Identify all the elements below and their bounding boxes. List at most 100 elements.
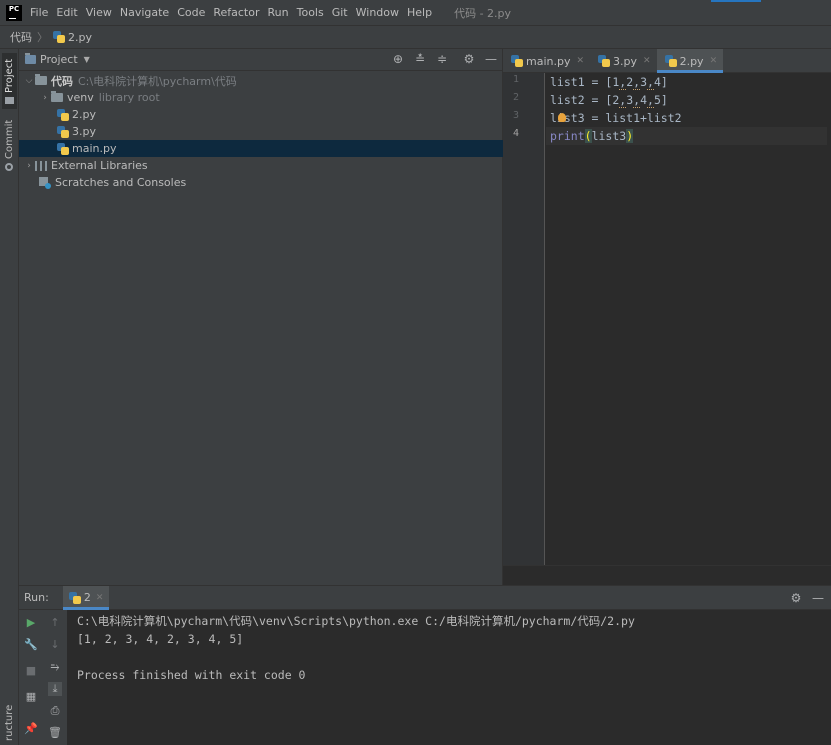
tool-tab-commit[interactable]: Commit (2, 119, 17, 171)
menu-refactor[interactable]: Refactor (213, 6, 259, 19)
run-panel-header: Run: 2 ✕ ⚙ — (19, 585, 831, 610)
code-number: 4 (653, 75, 661, 89)
menu-run[interactable]: Run (268, 6, 289, 19)
project-view-icon (25, 53, 36, 64)
tool-tab-commit-label: Commit (4, 119, 15, 159)
layout-icon[interactable]: ▦ (24, 690, 38, 704)
line-number: 2 (512, 92, 519, 103)
run-tab-2[interactable]: 2 ✕ (62, 585, 110, 610)
python-file-icon (664, 55, 677, 67)
python-file-icon (598, 55, 611, 67)
menu-navigate[interactable]: Navigate (120, 6, 169, 19)
menu-tools[interactable]: Tools (297, 6, 324, 19)
external-libraries-label: External Libraries (51, 159, 148, 172)
chevron-down-icon[interactable]: ▼ (84, 55, 90, 64)
chevron-right-icon[interactable]: › (23, 161, 35, 171)
tree-file-label: 3.py (72, 125, 96, 138)
tree-file-label: 2.py (72, 108, 96, 121)
library-icon (35, 160, 47, 171)
root-folder-name: 代码 (51, 74, 73, 88)
gear-icon[interactable]: ⚙ (462, 52, 476, 66)
breadcrumb-separator-icon: 〉 (37, 31, 48, 44)
chevron-right-icon[interactable]: › (39, 93, 51, 103)
menu-edit[interactable]: Edit (56, 6, 77, 19)
console-output[interactable]: C:\电科院计算机\pycharm\代码\venv\Scripts\python… (77, 612, 817, 684)
menu-file[interactable]: File (30, 6, 48, 19)
folder-icon (51, 91, 63, 102)
root-folder-path: C:\电科院计算机\pycharm\代码 (78, 74, 237, 88)
tab-3-py[interactable]: 3.py ✕ (590, 49, 657, 73)
python-file-icon (68, 591, 81, 604)
collapse-all-icon[interactable]: ≑ (435, 52, 449, 66)
rerun-icon[interactable]: ▶ (24, 616, 38, 630)
python-file-icon (53, 31, 65, 43)
code-text: ] (660, 75, 668, 89)
code-bracket: ) (626, 129, 634, 143)
arrow-down-icon[interactable]: ↓ (48, 638, 62, 652)
menu-window[interactable]: Window (356, 6, 399, 19)
tree-file-mainpy[interactable]: main.py (19, 140, 503, 157)
menu-help[interactable]: Help (407, 6, 432, 19)
tool-tab-structure-label: ructure (4, 704, 15, 742)
pin-icon[interactable]: 📌 (24, 722, 38, 736)
line-number: 4 (512, 128, 519, 139)
project-panel: Project ▼ ⊕ ≛ ≑ ⚙ — ⌵ 代码 C:\电科院计算机\pycha… (19, 49, 503, 585)
tree-file-3py[interactable]: 3.py (19, 123, 503, 140)
editor-tabs: main.py ✕ 3.py ✕ 2.py ✕ (503, 49, 831, 73)
breadcrumb-file[interactable]: 2.py (68, 31, 92, 44)
scroll-to-end-icon[interactable]: ⤓ (48, 682, 62, 696)
minimize-icon[interactable]: — (484, 52, 498, 66)
stop-icon[interactable]: ■ (24, 664, 38, 678)
tree-scratches[interactable]: Scratches and Consoles (19, 174, 503, 191)
code-builtin: print (550, 129, 585, 143)
close-icon[interactable]: ✕ (643, 56, 651, 66)
minimize-icon[interactable]: — (811, 591, 825, 605)
code-text: list1 = [ (550, 75, 613, 89)
console-line: C:\电科院计算机\pycharm\代码\venv\Scripts\python… (77, 614, 635, 628)
code-line-3[interactable]: list3 = list1+list2 (550, 109, 682, 127)
title-accent (711, 0, 761, 2)
python-file-icon (57, 108, 69, 121)
tab-2-py[interactable]: 2.py ✕ (656, 49, 724, 73)
tool-tab-structure[interactable]: ructure (2, 701, 17, 745)
menu-view[interactable]: View (86, 6, 112, 19)
run-panel: Run: 2 ✕ ⚙ — ▶ ↑ 🔧 ↓ ⥱ ■ ⤓ ▦ ⎙ 📌 🗑 C:\电科… (19, 585, 831, 745)
breadcrumb-project[interactable]: 代码 (10, 29, 32, 45)
pycharm-logo-icon: PC (6, 4, 22, 21)
close-icon[interactable]: ✕ (96, 593, 104, 603)
tool-tab-project[interactable]: Project (2, 53, 17, 109)
chevron-down-icon[interactable]: ⌵ (23, 76, 35, 86)
folder-icon (35, 74, 47, 85)
tree-external-libraries[interactable]: › External Libraries (19, 157, 503, 174)
locate-file-icon[interactable]: ⊕ (391, 52, 405, 66)
intention-bulb-icon[interactable] (558, 113, 566, 122)
menu-code[interactable]: Code (177, 6, 205, 19)
gear-icon[interactable]: ⚙ (789, 591, 803, 605)
expand-all-icon[interactable]: ≛ (413, 52, 427, 66)
code-editor: main.py ✕ 3.py ✕ 2.py ✕ 1 2 3 4 list1 = … (503, 49, 831, 585)
tree-venv-folder[interactable]: › venv library root (19, 89, 503, 106)
folder-icon (5, 96, 14, 104)
tab-main-py[interactable]: main.py ✕ (503, 49, 590, 73)
arrow-up-icon[interactable]: ↑ (48, 616, 62, 630)
code-comma: , (647, 93, 654, 108)
close-icon[interactable]: ✕ (710, 56, 718, 66)
run-tab-label: 2 (83, 591, 91, 604)
project-view-selector[interactable]: Project (40, 53, 78, 66)
line-number: 1 (512, 74, 519, 85)
menu-git[interactable]: Git (332, 6, 348, 19)
code-line-4[interactable]: print(list3) (546, 127, 827, 145)
code-text: list2 = [ (550, 93, 613, 107)
code-line-2[interactable]: list2 = [2,3,4,5] (550, 91, 668, 109)
wrench-icon[interactable]: 🔧 (24, 638, 38, 652)
close-icon[interactable]: ✕ (576, 56, 584, 66)
commit-icon (5, 162, 14, 171)
tree-file-2py[interactable]: 2.py (19, 106, 503, 123)
trash-icon[interactable]: 🗑 (48, 726, 62, 740)
print-icon[interactable]: ⎙ (48, 704, 62, 718)
code-number: 4 (640, 93, 647, 107)
code-line-1[interactable]: list1 = [1,2,3,4] (550, 73, 668, 91)
ide-window: PC File Edit View Navigate Code Refactor… (0, 0, 831, 745)
tree-root-folder[interactable]: ⌵ 代码 C:\电科院计算机\pycharm\代码 (19, 72, 503, 89)
soft-wrap-icon[interactable]: ⥱ (48, 660, 62, 674)
